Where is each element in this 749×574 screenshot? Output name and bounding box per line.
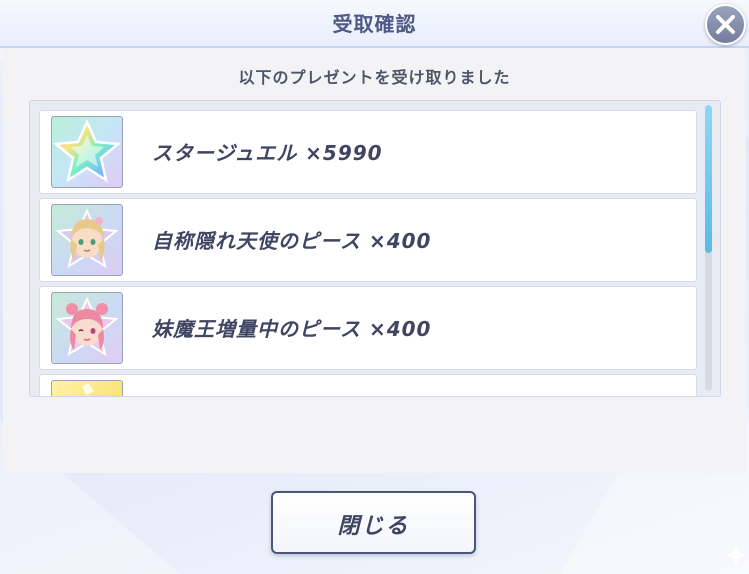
item-icon — [51, 380, 123, 396]
list-item: スタージュエル ×5990 — [39, 110, 697, 194]
list-item: 妹魔王増量中のピース ×400 — [39, 286, 697, 370]
item-label: スタージュエル ×5990 — [152, 141, 383, 165]
list-item — [39, 374, 697, 396]
close-button[interactable]: 閉じる — [271, 491, 476, 554]
scrollbar[interactable] — [705, 105, 712, 391]
close-icon — [716, 15, 735, 34]
character-piece-icon — [51, 292, 123, 364]
close-x-button[interactable] — [705, 4, 746, 45]
item-label: 妹魔王増量中のピース ×400 — [152, 317, 432, 341]
reward-list[interactable]: スタージュエル ×5990 自称隠れ天使のピース ×400 妹魔王増量中のピース… — [29, 100, 721, 397]
dialog-title: 受取確認 — [332, 12, 417, 36]
dialog-subtitle: 以下のプレゼントを受け取りました — [238, 68, 511, 87]
star-jewel-icon — [51, 116, 123, 188]
character-piece-icon — [51, 204, 123, 276]
list-item: 自称隠れ天使のピース ×400 — [39, 198, 697, 282]
scrollbar-thumb[interactable] — [705, 105, 712, 253]
item-label: 自称隠れ天使のピース ×400 — [152, 229, 432, 253]
close-button-label: 閉じる — [337, 514, 410, 539]
